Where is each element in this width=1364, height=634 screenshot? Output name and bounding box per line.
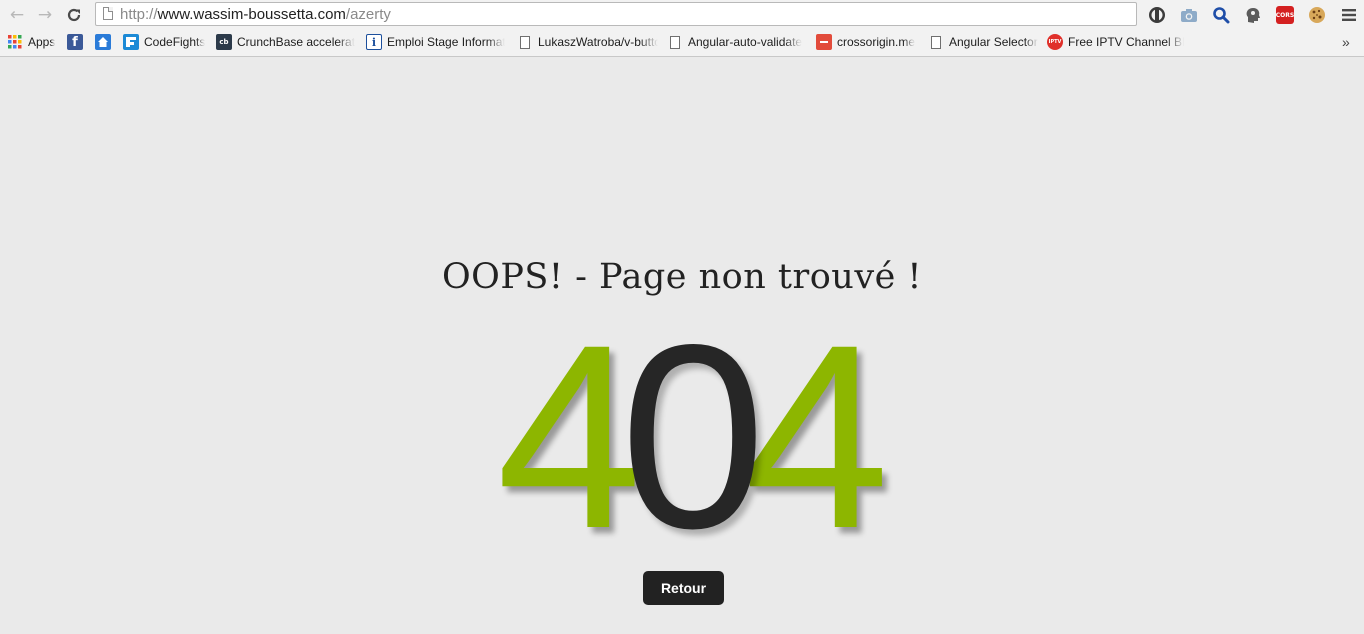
error-code: 404 — [0, 290, 1364, 583]
bookmark-crunchbase[interactable]: cb CrunchBase accelerator — [216, 33, 355, 51]
home-icon — [95, 34, 111, 50]
bookmarks-bar: Apps f CodeFights cb CrunchBase accelera… — [0, 31, 1364, 53]
document-icon — [520, 35, 530, 49]
bookmark-facebook[interactable]: f — [67, 33, 88, 51]
head-icon[interactable] — [1243, 5, 1263, 25]
bookmarks-overflow-button[interactable]: » — [1342, 33, 1350, 51]
cookie-icon[interactable] — [1307, 5, 1327, 25]
bookmark-angular-selector[interactable]: Angular Selector — [928, 33, 1038, 51]
document-icon — [931, 35, 941, 49]
back-arrow-icon[interactable]: ← — [7, 5, 27, 25]
error-code-digit: 4 — [496, 290, 642, 583]
chevron-double-right-icon: » — [1342, 34, 1350, 50]
url-scheme: http:// — [120, 6, 158, 23]
forward-arrow-icon[interactable]: → — [35, 5, 55, 25]
menu-icon[interactable] — [1339, 5, 1359, 25]
bookmark-label: CrunchBase accelerator — [237, 35, 355, 49]
bookmark-label: LukaszWatroba/v-button — [538, 35, 658, 49]
codefights-icon — [123, 34, 139, 50]
bookmark-label: CodeFights — [144, 35, 206, 49]
bookmark-label: Angular-auto-validate — [688, 35, 803, 49]
camera-icon[interactable] — [1179, 5, 1199, 25]
iptv-icon: IPTV — [1047, 34, 1063, 50]
url-host: www.wassim-boussetta.com — [157, 6, 346, 23]
bookmark-label: Angular Selector — [949, 35, 1038, 49]
bookmark-free-iptv[interactable]: IPTV Free IPTV Channel BBC — [1047, 33, 1184, 51]
url-text[interactable]: http://www.wassim-boussetta.com/azerty — [120, 6, 391, 23]
bookmark-apps[interactable]: Apps — [7, 33, 55, 51]
facebook-icon: f — [67, 34, 83, 50]
bookmark-label: Apps — [28, 35, 56, 49]
bookmark-codefights[interactable]: CodeFights — [123, 33, 205, 51]
cors-icon[interactable]: CORS — [1275, 5, 1295, 25]
page-icon — [103, 7, 113, 20]
bookmark-label: Emploi Stage Informatique — [387, 35, 505, 49]
browser-toolbar: ← → http://www.wassim-boussetta.com/azer… — [0, 0, 1364, 30]
privacy-shield-icon[interactable] — [1147, 5, 1167, 25]
address-bar[interactable]: http://www.wassim-boussetta.com/azerty — [95, 2, 1137, 26]
bookmark-v-button[interactable]: LukaszWatroba/v-button — [517, 33, 658, 51]
search-icon[interactable] — [1211, 5, 1231, 25]
page-content: OOPS! - Page non trouvé ! 404 Retour — [0, 57, 1364, 634]
info-icon: i — [366, 34, 382, 50]
reload-icon[interactable] — [64, 5, 84, 25]
url-path: /azerty — [345, 6, 391, 23]
bookmark-emploi-stage[interactable]: i Emploi Stage Informatique — [366, 33, 505, 51]
error-code-digit: 4 — [743, 290, 890, 583]
bookmark-home[interactable] — [95, 33, 116, 51]
document-icon — [670, 35, 680, 49]
bookmark-crossorigin[interactable]: crossorigin.me — [816, 33, 915, 51]
cors-icon-label: CORS — [1276, 6, 1294, 24]
error-code-digit: 0 — [620, 290, 766, 583]
browser-chrome: ← → http://www.wassim-boussetta.com/azer… — [0, 0, 1364, 57]
apps-grid-icon — [7, 34, 23, 50]
crossorigin-icon — [816, 34, 832, 50]
crunchbase-icon: cb — [216, 34, 232, 50]
bookmark-label: Free IPTV Channel BBC — [1068, 35, 1184, 49]
bookmark-label: crossorigin.me — [837, 35, 916, 49]
bookmark-angular-auto-validate[interactable]: Angular-auto-validate — [667, 33, 802, 51]
